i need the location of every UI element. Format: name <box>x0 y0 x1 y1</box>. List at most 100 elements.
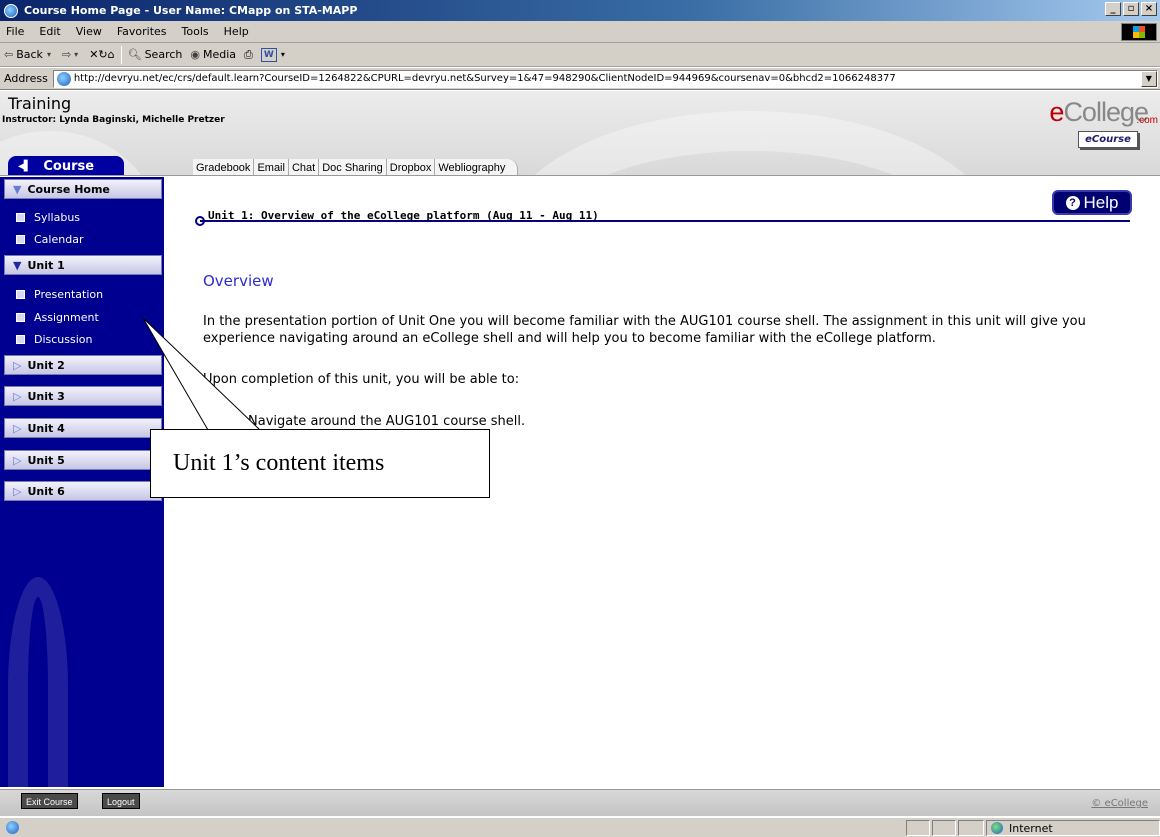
chevron-down-icon: ▾ <box>74 50 79 59</box>
sidebar-item-label: Syllabus <box>34 211 81 224</box>
menu-help[interactable]: Help <box>224 25 249 38</box>
globe-icon <box>991 822 1003 834</box>
window-title: Course Home Page - User Name: CMapp on S… <box>24 4 358 17</box>
windows-logo-icon <box>1121 23 1157 41</box>
exit-course-button[interactable]: Exit Course <box>21 793 78 809</box>
unit-1-label: Unit 1 <box>27 258 65 272</box>
course-tab[interactable]: ◀▌ Course <box>8 156 124 175</box>
forward-button[interactable]: ⇨ ▾ <box>62 48 81 61</box>
sidebar-item-label: Presentation <box>34 288 104 301</box>
tab-webliography[interactable]: Webliography <box>435 159 519 175</box>
bullet-icon <box>16 313 25 322</box>
help-button[interactable]: ? Help <box>1052 190 1132 215</box>
unit-label: Unit 3 <box>27 389 65 403</box>
unit-6-button[interactable]: ▷ Unit 6 <box>4 481 162 501</box>
overview-paragraph: In the presentation portion of Unit One … <box>203 314 1086 346</box>
chevron-down-icon[interactable]: ▾ <box>281 50 285 59</box>
menu-view[interactable]: View <box>76 25 102 38</box>
word-icon[interactable]: W <box>260 47 277 62</box>
bullet-icon <box>16 235 25 244</box>
sidebar-item-calendar[interactable]: Calendar <box>16 233 83 246</box>
sidebar-item-presentation[interactable]: Presentation <box>16 288 103 301</box>
back-button[interactable]: ⇦ Back ▾ <box>4 48 54 61</box>
menu-file[interactable]: File <box>6 25 24 38</box>
unit-1-button[interactable]: ▼ Unit 1 <box>4 255 162 275</box>
course-home-button[interactable]: ▼ Course Home <box>4 179 162 199</box>
unit-5-button[interactable]: ▷ Unit 5 <box>4 450 162 470</box>
maximize-button[interactable]: ▫ <box>1123 2 1139 16</box>
menu-tools[interactable]: Tools <box>182 25 209 38</box>
callout-box: Unit 1’s content items <box>150 429 490 498</box>
sidebar-decoration <box>8 577 68 787</box>
sidebar-item-label: Discussion <box>34 333 93 346</box>
course-home-label: Course Home <box>27 182 110 196</box>
media-label: Media <box>202 48 237 61</box>
triangle-down-icon: ▼ <box>13 182 22 196</box>
print-icon[interactable]: ⎙ <box>244 48 253 62</box>
search-label: Search <box>144 48 183 61</box>
unit-3-button[interactable]: ▷ Unit 3 <box>4 386 162 406</box>
help-label: Help <box>1083 192 1119 212</box>
address-input[interactable]: http://devryu.net/ec/crs/default.learn?C… <box>52 69 1158 88</box>
tab-gradebook[interactable]: Gradebook <box>193 159 255 175</box>
unit-label: Unit 4 <box>27 421 65 435</box>
objective-item: Navigate around the AUG101 course shell. <box>248 414 526 429</box>
close-button[interactable]: × <box>1141 2 1157 16</box>
menu-bar: File Edit View Favorites Tools Help <box>0 21 1160 43</box>
tab-doc-sharing[interactable]: Doc Sharing <box>319 159 387 175</box>
logout-button[interactable]: Logout <box>102 793 140 809</box>
tab-chat[interactable]: Chat <box>288 159 320 175</box>
menu-favorites[interactable]: Favorites <box>117 25 167 38</box>
chevron-down-icon: ▾ <box>46 50 51 59</box>
menu-edit[interactable]: Edit <box>39 25 60 38</box>
bullet-icon <box>16 290 25 299</box>
window-title-bar: Course Home Page - User Name: CMapp on S… <box>0 0 1160 21</box>
toolbar-separator <box>120 45 122 64</box>
unit-2-button[interactable]: ▷ Unit 2 <box>4 355 162 375</box>
ie-icon <box>4 3 18 18</box>
back-label: Back <box>16 48 43 61</box>
ecollege-logo: eCollege .com <box>1049 97 1158 127</box>
triangle-right-icon: ▷ <box>13 358 22 372</box>
address-url: http://devryu.net/ec/crs/default.learn?C… <box>73 73 896 84</box>
address-dropdown-icon[interactable]: ▼ <box>1140 70 1157 87</box>
unit-label: Unit 2 <box>27 358 65 372</box>
back-arrow-icon: ⇦ <box>4 48 14 61</box>
triangle-right-icon: ▷ <box>13 484 22 498</box>
status-cell <box>958 820 984 836</box>
overview-heading: Overview <box>203 272 274 290</box>
instructor-names: Instructor: Lynda Baginski, Michelle Pre… <box>2 115 225 125</box>
home-icon[interactable]: ⌂ <box>108 48 115 61</box>
sidebar-item-discussion[interactable]: Discussion <box>16 333 93 346</box>
refresh-icon[interactable]: ↻ <box>98 48 107 61</box>
collapse-icon[interactable]: ◀▌ <box>18 161 31 172</box>
minimize-button[interactable]: _ <box>1105 2 1121 16</box>
search-button[interactable]: 🔍︎ Search <box>128 48 183 61</box>
course-footer: Exit Course Logout © eCollege <box>0 789 1160 816</box>
ecourse-badge: eCourse <box>1078 131 1138 148</box>
zone-label: Internet <box>1009 821 1053 835</box>
triangle-right-icon: ▷ <box>13 421 22 435</box>
page-icon <box>56 71 71 86</box>
media-button[interactable]: ◉ Media <box>190 48 236 61</box>
status-bar: Internet <box>0 817 1160 837</box>
status-cell <box>906 820 930 836</box>
objectives-intro: Upon completion of this unit, you will b… <box>203 372 520 387</box>
sidebar-item-syllabus[interactable]: Syllabus <box>16 211 80 224</box>
header-decoration <box>500 111 1000 175</box>
window-controls: _ ▫ × <box>1105 2 1157 16</box>
unit-4-button[interactable]: ▷ Unit 4 <box>4 418 162 438</box>
copyright-link[interactable]: © eCollege <box>1091 798 1148 809</box>
forward-arrow-icon: ⇨ <box>61 48 72 61</box>
sidebar-item-assignment[interactable]: Assignment <box>16 311 99 324</box>
tool-tabs: Gradebook Email Chat Doc Sharing Dropbox… <box>193 155 519 175</box>
media-icon: ◉ <box>190 48 200 61</box>
tab-dropbox[interactable]: Dropbox <box>386 159 436 175</box>
help-icon: ? <box>1065 195 1080 210</box>
course-tab-label: Course <box>43 159 95 174</box>
stop-icon[interactable]: ✕ <box>89 48 98 61</box>
triangle-right-icon: ▷ <box>13 453 22 467</box>
security-zone: Internet <box>986 820 1160 836</box>
triangle-right-icon: ▷ <box>13 389 22 403</box>
tab-email[interactable]: Email <box>254 159 289 175</box>
